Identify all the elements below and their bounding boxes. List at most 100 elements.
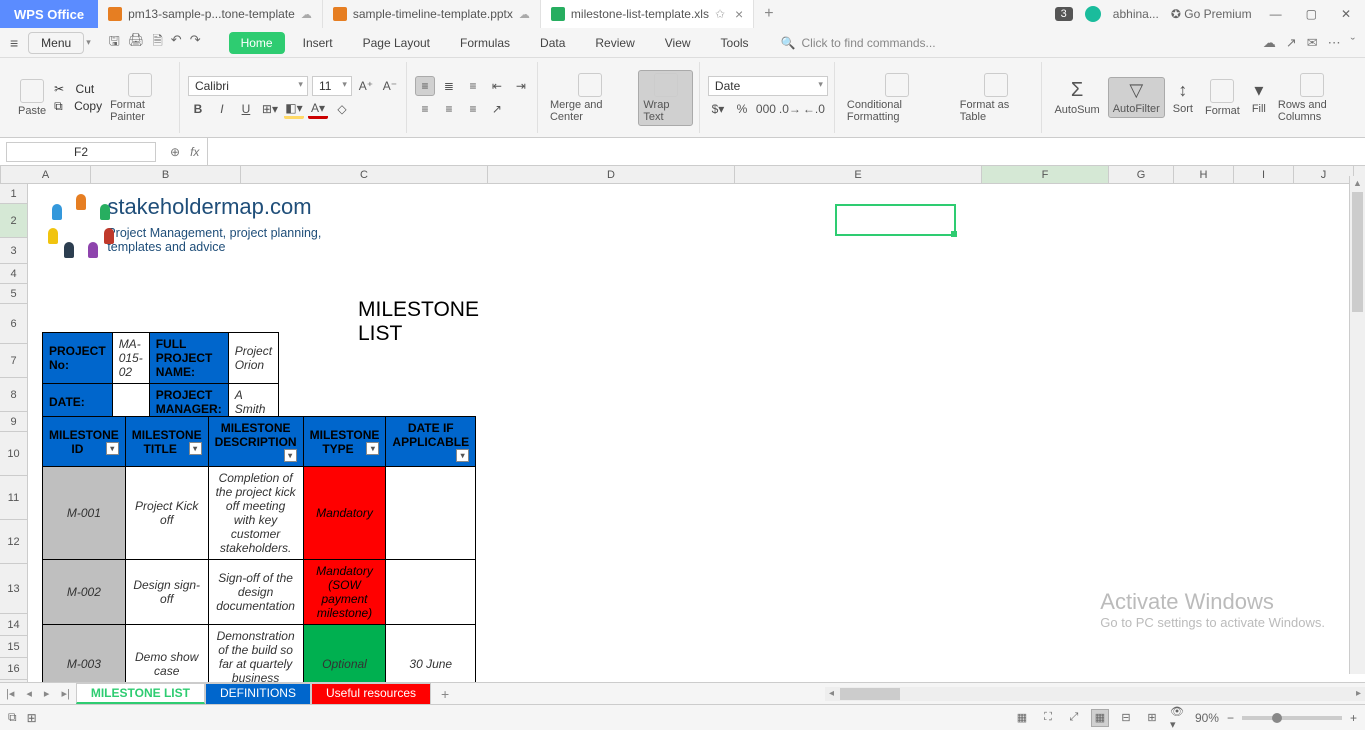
cell-id[interactable]: M-003: [43, 625, 126, 683]
zoom-slider[interactable]: [1242, 716, 1342, 720]
align-left-button[interactable]: ≡: [415, 99, 435, 119]
zoom-out-button[interactable]: −: [1227, 711, 1234, 725]
sheet-nav-next[interactable]: ▸: [38, 687, 56, 700]
col-header-B[interactable]: B: [91, 166, 241, 183]
doc-tab-0[interactable]: pm13-sample-p...tone-template☁: [98, 0, 323, 28]
filter-arrow-icon[interactable]: ▾: [456, 449, 469, 462]
star-icon[interactable]: ✩: [715, 7, 725, 21]
wrap-text-button[interactable]: Wrap Text: [638, 70, 693, 126]
view-eye-icon[interactable]: 👁▾: [1169, 709, 1187, 727]
filter-arrow-icon[interactable]: ▾: [366, 442, 379, 455]
view-normal-icon[interactable]: ▦: [1013, 709, 1031, 727]
font-color-button[interactable]: A▾: [308, 99, 328, 119]
cell-desc[interactable]: Demonstration of the build so far at qua…: [208, 625, 303, 683]
print-icon[interactable]: 🖨: [128, 32, 145, 54]
italic-button[interactable]: I: [212, 99, 232, 119]
merge-center-button[interactable]: Merge and Center: [546, 71, 634, 125]
font-size-combo[interactable]: 11: [312, 76, 352, 96]
conditional-formatting-button[interactable]: Conditional Formatting: [843, 71, 952, 125]
rows-cols-button[interactable]: Rows and Columns: [1274, 71, 1351, 125]
format-painter-button[interactable]: Format Painter: [106, 71, 173, 125]
close-window-button[interactable]: ✕: [1335, 7, 1357, 21]
feedback-icon[interactable]: ✉: [1307, 35, 1318, 51]
cells-area[interactable]: stakeholdermap.com Project Management, p…: [28, 184, 1365, 682]
col-header-A[interactable]: A: [1, 166, 91, 183]
tab-page-layout[interactable]: Page Layout: [351, 32, 442, 54]
fill-color-button[interactable]: ◧▾: [284, 99, 304, 119]
formula-input[interactable]: [207, 138, 1365, 165]
row-header-3[interactable]: 3: [0, 238, 27, 264]
view-fullscreen-icon[interactable]: ⛶: [1039, 709, 1057, 727]
sheet-nav-last[interactable]: ▸|: [55, 687, 75, 700]
col-header-date-if-applicable[interactable]: DATE IF APPLICABLE▾: [386, 417, 476, 467]
cell-type[interactable]: Mandatory (SOW payment milestone): [303, 560, 386, 625]
row-header-6[interactable]: 6: [0, 304, 27, 344]
scroll-left-icon[interactable]: ◂: [825, 688, 838, 699]
row-header-14[interactable]: 14: [0, 614, 27, 636]
tab-data[interactable]: Data: [528, 32, 577, 54]
row-header-1[interactable]: 1: [0, 184, 27, 204]
row-header-8[interactable]: 8: [0, 378, 27, 412]
close-tab-icon[interactable]: ×: [735, 6, 743, 22]
scroll-up-icon[interactable]: ▲: [1350, 176, 1365, 190]
align-bottom-button[interactable]: ≡: [463, 76, 483, 96]
zoom-target-icon[interactable]: ⊕: [170, 145, 180, 159]
indent-decrease-button[interactable]: ⇤: [487, 76, 507, 96]
collapse-ribbon-icon[interactable]: ˇ: [1351, 35, 1355, 51]
menu-button[interactable]: Menu: [28, 32, 84, 54]
cell-title[interactable]: Demo show case: [125, 625, 208, 683]
font-name-combo[interactable]: Calibri: [188, 76, 308, 96]
status-mode-icon[interactable]: ⊞: [27, 711, 37, 725]
row-header-11[interactable]: 11: [0, 476, 27, 520]
paste-button[interactable]: Paste: [14, 77, 50, 119]
name-box[interactable]: F2: [6, 142, 156, 162]
row-header-10[interactable]: 10: [0, 432, 27, 476]
cell-date[interactable]: [386, 560, 476, 625]
col-header-milestone-id[interactable]: MILESTONE ID▾: [43, 417, 126, 467]
orientation-button[interactable]: ↗: [487, 99, 507, 119]
meta-pm[interactable]: A Smith: [228, 384, 278, 421]
sheet-nav-first[interactable]: |◂: [0, 687, 20, 700]
user-name[interactable]: abhina...: [1113, 7, 1159, 21]
col-header-I[interactable]: I: [1234, 166, 1294, 183]
table-row[interactable]: M-003Demo show caseDemonstration of the …: [43, 625, 476, 683]
view-reading-icon[interactable]: ⤢: [1065, 709, 1083, 727]
tab-home[interactable]: Home: [229, 32, 285, 54]
save-icon[interactable]: 🖫: [109, 32, 120, 54]
user-avatar[interactable]: [1085, 6, 1101, 22]
comma-button[interactable]: 000: [756, 99, 776, 119]
sheet-tab-milestone-list[interactable]: MILESTONE LIST: [76, 683, 205, 704]
meta-project-no[interactable]: MA-015-02: [112, 333, 149, 384]
hamburger-icon[interactable]: ≡: [0, 35, 28, 51]
maximize-button[interactable]: ▢: [1300, 7, 1323, 21]
redo-icon[interactable]: ↷: [190, 32, 201, 54]
cloud-sync-icon[interactable]: ☁: [1263, 35, 1276, 51]
share-icon[interactable]: ↗: [1286, 35, 1297, 51]
more-icon[interactable]: ⋯: [1328, 35, 1341, 51]
col-header-E[interactable]: E: [735, 166, 982, 183]
align-middle-button[interactable]: ≣: [439, 76, 459, 96]
find-commands[interactable]: 🔍 Click to find commands...: [781, 36, 936, 50]
view-split-icon[interactable]: ⊞: [1143, 709, 1161, 727]
sheet-tab-useful-resources[interactable]: Useful resources: [311, 683, 431, 704]
cell-title[interactable]: Project Kick off: [125, 467, 208, 560]
sort-button[interactable]: ↕Sort: [1169, 78, 1197, 117]
row-header-4[interactable]: 4: [0, 264, 27, 284]
cell-date[interactable]: [386, 467, 476, 560]
col-header-G[interactable]: G: [1109, 166, 1174, 183]
increase-font-icon[interactable]: A⁺: [356, 76, 376, 96]
align-right-button[interactable]: ≡: [463, 99, 483, 119]
border-button[interactable]: ⊞▾: [260, 99, 280, 119]
autosum-button[interactable]: ΣAutoSum: [1050, 77, 1103, 118]
view-page-icon[interactable]: ▦: [1091, 709, 1109, 727]
scroll-right-icon[interactable]: ▸: [1352, 688, 1365, 699]
indent-increase-button[interactable]: ⇥: [511, 76, 531, 96]
decrease-font-icon[interactable]: A⁻: [380, 76, 400, 96]
undo-icon[interactable]: ↶: [171, 32, 182, 54]
decrease-decimal-button[interactable]: ←.0: [804, 99, 824, 119]
tab-review[interactable]: Review: [583, 32, 646, 54]
active-cell[interactable]: [835, 204, 956, 236]
doc-tab-2[interactable]: milestone-list-template.xls✩×: [541, 0, 754, 28]
format-as-table-button[interactable]: Format as Table: [956, 71, 1036, 125]
col-header-H[interactable]: H: [1174, 166, 1234, 183]
